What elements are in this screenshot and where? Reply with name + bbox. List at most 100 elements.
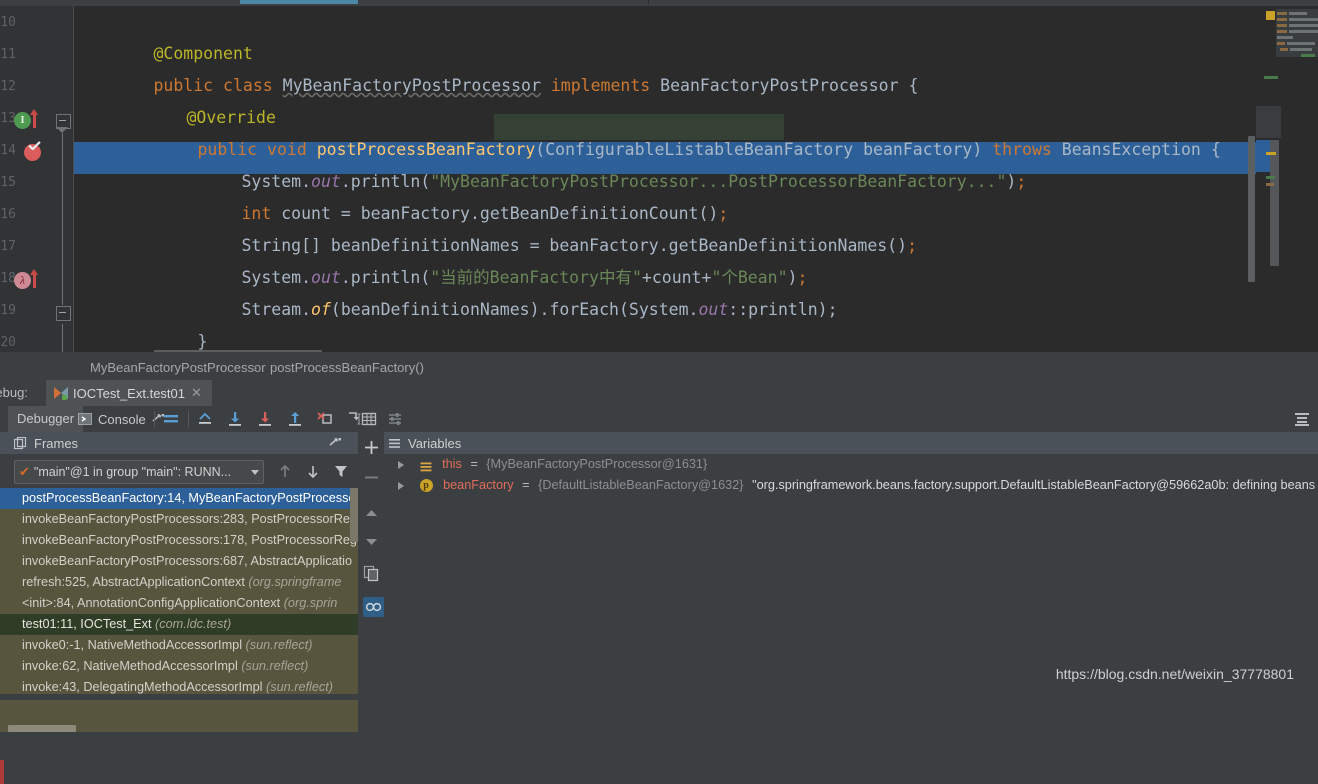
line-number: 15 xyxy=(0,175,16,190)
minimap-row xyxy=(1289,18,1318,21)
watches-button[interactable] xyxy=(363,597,384,617)
frame-list-item[interactable]: refresh:525, AbstractApplicationContext … xyxy=(0,572,358,593)
variable-string-value: "org.springframework.beans.factory.suppo… xyxy=(752,478,1318,492)
code-line: public void postProcessBeanFactory(Confi… xyxy=(197,140,1221,159)
line-number: 20 xyxy=(0,335,16,350)
frame-package: (com.ldc.test) xyxy=(155,617,232,631)
tab-debugger[interactable]: Debugger xyxy=(8,406,84,432)
editor-tab-active-underline[interactable] xyxy=(240,0,358,4)
code-minimap[interactable] xyxy=(1256,6,1318,352)
fold-marker-close[interactable] xyxy=(56,306,71,321)
frames-panel: Frames ✔ "main"@1 in group "main": RUNN.… xyxy=(0,432,358,732)
editor-scrollbar-thumb[interactable] xyxy=(1248,136,1255,282)
variables-side-toolbar xyxy=(358,432,384,700)
status-bar xyxy=(0,694,1318,700)
code-line: } xyxy=(74,326,1318,352)
frames-down-button[interactable] xyxy=(306,464,320,482)
chevron-down-icon[interactable] xyxy=(251,469,259,475)
variables-list[interactable]: this = {MyBeanFactoryPostProcessor@1631}… xyxy=(384,454,1318,700)
variable-row[interactable]: p beanFactory = {DefaultListableBeanFact… xyxy=(384,475,1318,496)
fold-region-line xyxy=(62,133,63,305)
pin-arrow-icon[interactable] xyxy=(328,436,342,453)
minimap-row xyxy=(1280,48,1288,51)
mute-breakpoints-button[interactable] xyxy=(162,406,180,432)
minimap-warning-marker[interactable] xyxy=(1266,11,1275,20)
code-line: Stream.of(beanDefinitionNames).forEach(S… xyxy=(74,262,1318,319)
frame-label: postProcessBeanFactory:14, MyBeanFactory… xyxy=(22,491,356,505)
line-number: 17 xyxy=(0,239,16,254)
move-down-button[interactable] xyxy=(363,533,380,550)
implements-method-icon[interactable]: I xyxy=(14,112,31,129)
toolbar-divider xyxy=(188,411,189,427)
add-watch-button[interactable] xyxy=(363,439,380,456)
expand-triangle-icon[interactable] xyxy=(398,460,404,469)
step-into-button[interactable] xyxy=(256,406,274,432)
code-editor[interactable]: 10 11 12 13 14 15 16 17 18 19 20 I λ @Co… xyxy=(0,6,1318,352)
minimap-viewport-thumb[interactable] xyxy=(1270,140,1279,266)
code-line: System.out.println("当前的BeanFactory中有"+co… xyxy=(74,230,1318,287)
step-out-button[interactable] xyxy=(286,406,304,432)
frame-list-item[interactable]: postProcessBeanFactory:14, MyBeanFactory… xyxy=(0,488,358,509)
step-over-button[interactable] xyxy=(226,406,244,432)
object-icon xyxy=(420,459,432,471)
breakpoint-icon[interactable] xyxy=(24,141,41,161)
variable-row[interactable]: this = {MyBeanFactoryPostProcessor@1631} xyxy=(384,454,1318,475)
editor-gutter[interactable]: 10 11 12 13 14 15 16 17 18 19 20 I λ xyxy=(0,6,74,352)
frame-package: (org.springframe xyxy=(248,575,342,589)
frame-package: (sun.reflect) xyxy=(266,680,333,694)
lambda-icon[interactable]: λ xyxy=(14,272,31,289)
debug-tool-window-header: Debug: IOCTest_Ext.test01 ✕ xyxy=(0,380,1318,784)
frame-label: invoke:43, DelegatingMethodAccessorImpl xyxy=(22,680,267,694)
variables-panel: Variables this = {MyBeanFactoryPostProce… xyxy=(384,432,1318,700)
frame-list-item[interactable]: invokeBeanFactoryPostProcessors:283, Pos… xyxy=(0,509,358,530)
debug-session-name: IOCTest_Ext.test01 xyxy=(73,385,185,401)
evaluate-expression-button[interactable] xyxy=(360,406,378,432)
copy-button[interactable] xyxy=(363,565,380,582)
editor-tab-3[interactable] xyxy=(500,0,649,4)
editor-horizontal-scrollbar[interactable] xyxy=(154,350,322,352)
frame-list-item[interactable]: invoke0:-1, NativeMethodAccessorImpl (su… xyxy=(0,635,358,656)
editor-vertical-scrollbar[interactable] xyxy=(1247,6,1256,352)
play-triangle-icon xyxy=(54,386,61,399)
line-number: 16 xyxy=(0,207,16,222)
step-into-icon xyxy=(259,412,271,426)
frame-list-item[interactable]: invokeBeanFactoryPostProcessors:687, Abs… xyxy=(0,551,358,572)
editor-tab-2[interactable] xyxy=(358,0,501,4)
breadcrumb-item-method[interactable]: postProcessBeanFactory() xyxy=(270,360,424,375)
tab-console-label: Console xyxy=(98,411,146,427)
layout-settings-button[interactable] xyxy=(1294,406,1310,432)
frame-list-item[interactable]: invokeBeanFactoryPostProcessors:178, Pos… xyxy=(0,530,358,551)
frames-horizontal-scrollbar[interactable] xyxy=(8,725,76,732)
settings-button[interactable] xyxy=(386,406,404,432)
code-line: @Override xyxy=(74,70,1318,127)
filter-button[interactable] xyxy=(334,464,348,482)
minimap-row xyxy=(1289,30,1318,33)
frames-up-button[interactable] xyxy=(278,464,292,482)
thread-selector[interactable]: ✔ "main"@1 in group "main": RUNN... xyxy=(14,460,264,484)
tab-console[interactable]: Console xyxy=(78,406,165,432)
variables-panel-header: Variables xyxy=(384,432,1318,454)
close-icon[interactable]: ✕ xyxy=(191,385,202,401)
variables-icon xyxy=(388,437,401,450)
frame-list-item[interactable]: test01:11, IOCTest_Ext (com.ldc.test) xyxy=(0,614,358,635)
breadcrumb: MyBeanFactoryPostProcessor › postProcess… xyxy=(0,356,1318,380)
frames-scrollbar-thumb[interactable] xyxy=(350,488,358,542)
code-text-area[interactable]: @Component public class MyBeanFactoryPos… xyxy=(74,6,1318,352)
breadcrumb-item-class[interactable]: MyBeanFactoryPostProcessor xyxy=(90,360,266,375)
remove-watch-button[interactable] xyxy=(363,469,380,486)
debug-session-icon xyxy=(54,386,68,400)
move-up-button[interactable] xyxy=(363,505,380,522)
frame-list-item[interactable]: invoke:62, NativeMethodAccessorImpl (sun… xyxy=(0,656,358,677)
debug-session-tab[interactable]: IOCTest_Ext.test01 ✕ xyxy=(46,380,212,406)
line-number: 11 xyxy=(0,47,16,62)
lines-icon xyxy=(164,415,178,423)
variable-equals: = xyxy=(522,478,530,492)
expand-triangle-icon[interactable] xyxy=(398,481,404,490)
frames-panel-title: Frames xyxy=(34,435,79,451)
drop-frame-button[interactable] xyxy=(316,406,334,432)
minimap-row xyxy=(1289,12,1307,15)
minimap-marker-orange-2 xyxy=(1266,183,1274,186)
show-execution-point-button[interactable] xyxy=(196,406,214,432)
frame-list-item[interactable]: <init>:84, AnnotationConfigApplicationCo… xyxy=(0,593,358,614)
debugger-toolbar: Debugger Console xyxy=(0,406,1318,433)
